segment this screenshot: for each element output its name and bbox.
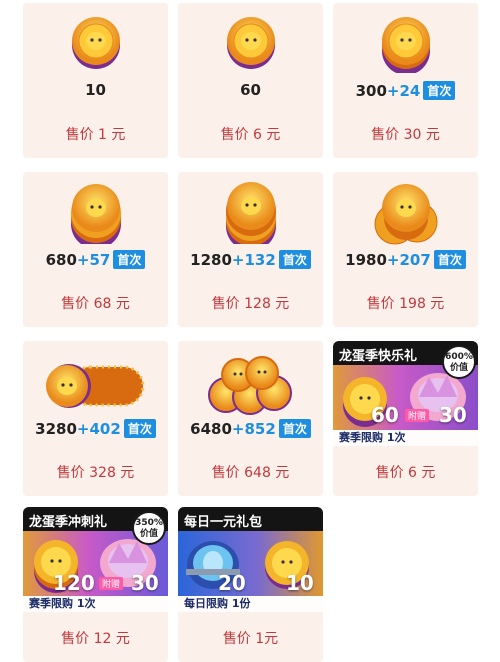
coin-pack-1280[interactable]: 1280+132 首次 售价 128 元 [178, 172, 323, 327]
first-purchase-badge: 首次 [278, 419, 311, 438]
pack-title: 每日一元礼包 [178, 507, 323, 531]
coin-pack-6480[interactable]: 6480+852 首次 售价 648 元 [178, 341, 323, 496]
dragon-egg-sprint-pack[interactable]: 龙蛋季冲刺礼 120 附赠 30 350% 价值 赛季限购 1次 售价 12 元 [23, 507, 168, 662]
single-coin-icon [23, 11, 168, 81]
price-label: 售价 68 元 [61, 296, 130, 312]
coin-stack-icon [178, 180, 323, 250]
coin-amount: 10 [85, 81, 106, 99]
coin-pack-10[interactable]: 10 售价 1 元 [23, 3, 168, 158]
coin-pack-1980[interactable]: 1980+207 首次 售价 198 元 [333, 172, 478, 327]
coin-stack-icon [333, 11, 478, 81]
coin-amount: 3280+402 首次 [23, 419, 168, 438]
coin-amount: 6480+852 首次 [178, 419, 323, 438]
price-label: 售价 6 元 [220, 127, 281, 143]
coin-amount: 300+24 首次 [333, 81, 478, 100]
price-label: 售价 198 元 [366, 296, 445, 312]
purchase-limit: 赛季限购 1次 [333, 430, 478, 446]
pack-extra-amount: 10 [286, 571, 314, 595]
pack-main-amount: 120 [53, 571, 95, 595]
gift-tag: 附赠 [99, 577, 124, 590]
coin-pack-680[interactable]: 680+57 首次 售价 68 元 [23, 172, 168, 327]
single-coin-icon [178, 11, 323, 81]
coin-stack-icon [23, 180, 168, 250]
first-purchase-badge: 首次 [423, 81, 456, 100]
daily-one-yuan-pack[interactable]: 每日一元礼包 20 10 每日限购 1份 售价 1元 [178, 507, 323, 662]
price-label: 售价 328 元 [56, 465, 135, 481]
coin-amount: 680+57 首次 [23, 250, 168, 269]
pack-main-amount: 60 [371, 403, 399, 427]
coin-pack-60[interactable]: 60 售价 6 元 [178, 3, 323, 158]
value-badge: 350% 价值 [132, 511, 166, 545]
coin-amount: 60 [240, 81, 261, 99]
coin-amount: 1280+132 首次 [178, 250, 323, 269]
pack-banner: 龙蛋季快乐礼 60 附赠 30 600% 价值 赛季限购 1次 [333, 341, 478, 446]
dragon-egg-happy-pack[interactable]: 龙蛋季快乐礼 60 附赠 30 600% 价值 赛季限购 1次 售价 6 元 [333, 341, 478, 496]
price-label: 售价 128 元 [211, 296, 290, 312]
pack-extra-amount: 30 [131, 571, 159, 595]
coin-pack-300[interactable]: 300+24 首次 售价 30 元 [333, 3, 478, 158]
purchase-limit: 赛季限购 1次 [23, 596, 168, 612]
coin-pile-icon [333, 180, 478, 250]
first-purchase-badge: 首次 [113, 250, 146, 269]
coin-pack-3280[interactable]: 3280+402 首次 售价 328 元 [23, 341, 168, 496]
pack-extra-amount: 30 [439, 403, 467, 427]
coin-amount: 1980+207 首次 [333, 250, 478, 269]
first-purchase-badge: 首次 [123, 419, 156, 438]
coin-heap-icon [178, 355, 323, 425]
price-label: 售价 12 元 [61, 631, 130, 647]
pack-main-amount: 20 [218, 571, 246, 595]
price-label: 售价 30 元 [371, 127, 440, 143]
price-label: 售价 1 元 [65, 127, 126, 143]
pack-banner: 龙蛋季冲刺礼 120 附赠 30 350% 价值 赛季限购 1次 [23, 507, 168, 612]
pack-banner: 每日一元礼包 20 10 每日限购 1份 [178, 507, 323, 612]
gift-tag: 附赠 [405, 409, 430, 422]
price-label: 售价 1元 [222, 631, 279, 647]
price-label: 售价 6 元 [375, 465, 436, 481]
purchase-limit: 每日限购 1份 [178, 596, 323, 612]
first-purchase-badge: 首次 [278, 250, 311, 269]
first-purchase-badge: 首次 [433, 250, 466, 269]
price-label: 售价 648 元 [211, 465, 290, 481]
value-badge: 600% 价值 [442, 345, 476, 379]
